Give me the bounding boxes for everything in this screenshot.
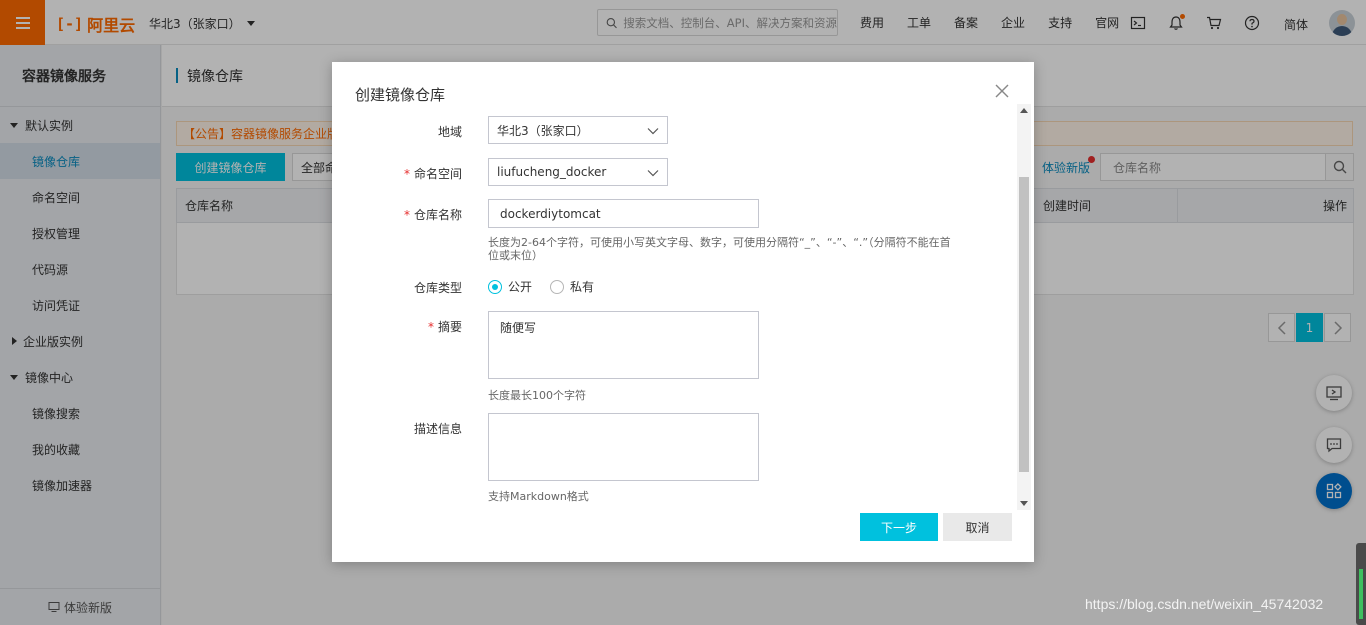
radio-public-label[interactable]: 公开	[508, 278, 532, 295]
namespace-label: * 命名空间	[332, 165, 462, 182]
radio-private[interactable]	[550, 279, 565, 294]
chevron-down-icon	[647, 170, 659, 177]
volume-level-bar	[1359, 569, 1363, 619]
region-label: 地域	[332, 123, 462, 140]
description-textarea[interactable]	[488, 413, 759, 481]
chevron-down-icon	[647, 128, 659, 135]
namespace-label-text: 命名空间	[413, 167, 462, 181]
next-step-button[interactable]: 下一步	[860, 513, 938, 541]
edge-volume-widget	[1356, 543, 1366, 625]
repo-name-hint-line1: 长度为2-64个字符，可使用小写英文字母、数字，可使用分隔符“_”、“-”、“.…	[488, 236, 951, 249]
repo-name-input[interactable]: dockerdiytomcat	[488, 199, 759, 228]
region-label-text: 地域	[437, 125, 462, 139]
required-marker: *	[403, 208, 410, 222]
repo-type-label-text: 仓库类型	[413, 281, 462, 295]
repo-type-radio-group: 公开 私有	[488, 278, 594, 295]
scroll-down-arrow-icon[interactable]	[1020, 501, 1028, 506]
namespace-select[interactable]: liufucheng_docker	[488, 158, 668, 186]
close-icon[interactable]	[993, 82, 1011, 100]
description-hint: 支持Markdown格式	[488, 490, 589, 503]
dialog-title: 创建镜像仓库	[355, 86, 446, 104]
radio-public[interactable]	[488, 279, 502, 294]
scroll-thumb[interactable]	[1019, 177, 1029, 472]
summary-hint: 长度最长100个字符	[488, 389, 586, 402]
create-repository-dialog: 创建镜像仓库 地域 华北3（张家口） * 命名空间 liufucheng_dock…	[332, 62, 1034, 562]
region-select-value: 华北3（张家口）	[497, 123, 589, 138]
repo-name-label: * 仓库名称	[332, 206, 462, 223]
namespace-select-value: liufucheng_docker	[497, 165, 607, 179]
repo-type-label: 仓库类型	[332, 279, 462, 296]
scroll-up-arrow-icon[interactable]	[1020, 108, 1028, 113]
repo-name-label-text: 仓库名称	[413, 208, 462, 222]
description-label-text: 描述信息	[413, 422, 462, 436]
region-select[interactable]: 华北3（张家口）	[488, 116, 668, 144]
summary-label-text: 摘要	[437, 320, 462, 334]
required-marker: *	[403, 167, 410, 181]
cancel-button[interactable]: 取消	[943, 513, 1012, 541]
required-marker: *	[427, 320, 434, 334]
repo-name-hint-line2: 位或末位）	[488, 249, 543, 262]
csdn-watermark: https://blog.csdn.net/weixin_45742032	[1085, 596, 1324, 612]
description-label: 描述信息	[332, 420, 462, 437]
summary-label: * 摘要	[332, 318, 462, 335]
summary-textarea[interactable]: 随便写	[488, 311, 759, 379]
dialog-scrollbar[interactable]	[1017, 104, 1031, 510]
radio-private-label[interactable]: 私有	[570, 278, 594, 295]
